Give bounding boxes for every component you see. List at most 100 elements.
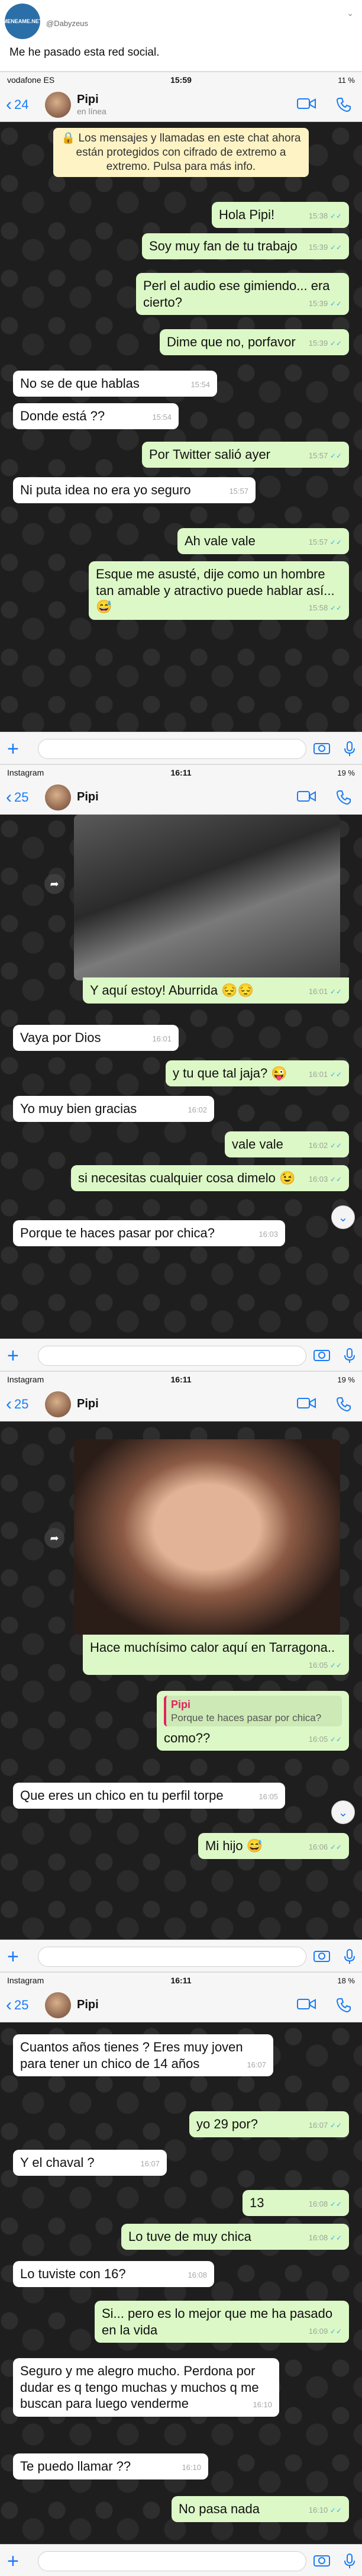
message-bubble[interactable]: Mi hijo 😅 16:06 ✓✓ [198,1833,349,1859]
shared-photo[interactable] [74,1439,340,1635]
message-bubble[interactable]: Pipi Porque te haces pasar por chica? co… [157,1691,349,1751]
message-bubble[interactable]: Lo tuviste con 16? 16:08 [13,2261,214,2287]
message-bubble[interactable]: Lo tuve de muy chica 16:08 ✓✓ [121,2224,349,2250]
microphone-icon[interactable] [344,741,355,757]
tweet-author-handle[interactable]: @Dabyzeus [46,19,88,28]
phone-call-icon[interactable] [336,790,351,805]
message-bubble[interactable]: Cuantos años tienes ? Eres muy joven par… [13,2034,273,2076]
contact-avatar[interactable] [45,784,71,811]
status-bar: Instagram 16:11 19 % [0,765,362,780]
message-bubble[interactable]: vale vale 16:02 ✓✓ [225,1131,349,1157]
message-bubble[interactable]: Donde está ?? 15:54 [13,403,179,429]
camera-icon[interactable] [313,741,330,754]
video-call-icon[interactable] [297,1998,316,2011]
message-input[interactable] [38,2551,306,2571]
message-bubble[interactable]: Yo muy bien gracias 16:02 [13,1096,214,1122]
contact-avatar[interactable] [45,1992,71,2018]
forward-icon[interactable]: ➦ [44,1528,64,1548]
message-bubble[interactable]: Que eres un chico en tu perfil torpe 16:0… [13,1783,285,1809]
video-call-icon[interactable] [297,790,316,803]
contact-name[interactable]: Pipi [77,1998,99,2012]
video-call-icon[interactable] [297,97,316,110]
scroll-down-button[interactable]: ⌄ [331,1205,355,1229]
message-bubble[interactable]: si necesitas cualquier cosa dimelo 😉 16:0… [71,1165,349,1191]
contact-name[interactable]: Pipi [77,1397,99,1411]
message-bubble[interactable]: Vaya por Dios 16:01 [13,1025,179,1051]
tweet-avatar[interactable]: MENEAME.NET [3,4,42,39]
message-bubble[interactable]: Ah vale vale 15:57 ✓✓ [177,528,349,554]
camera-icon[interactable] [313,1348,330,1361]
message-meta: 16:08 ✓✓ [308,2199,342,2208]
message-bubble[interactable]: Y el chaval ? 16:07 [13,2150,167,2176]
message-bubble[interactable]: Porque te haces pasar por chica? 16:03 [13,1220,285,1246]
message-bubble[interactable]: 13 16:08 ✓✓ [243,2190,349,2216]
shared-photo[interactable] [74,815,340,980]
contact-info[interactable]: Pipi en línea [77,93,106,116]
scroll-down-button[interactable]: ⌄ [331,1800,355,1824]
contact-avatar[interactable] [45,1391,71,1417]
message-input[interactable] [38,1345,306,1366]
chat-area: ➦ Hace muchísimo calor aquí en Tarragona… [0,1422,362,1940]
back-button[interactable]: ‹ 25 [6,1395,45,1413]
read-ticks-icon: ✓✓ [329,2234,342,2242]
microphone-icon[interactable] [344,1348,355,1363]
message-text: como?? [164,1730,211,1745]
phone-call-icon[interactable] [336,97,351,112]
message-input[interactable] [38,738,306,759]
message-input[interactable] [38,1946,306,1967]
message-bubble[interactable]: y tu que tal jaja? 😜 16:01 ✓✓ [166,1060,349,1086]
camera-icon[interactable] [313,1949,330,1962]
message-bubble[interactable]: Esque me asusté, dije como un hombre tan… [89,561,349,620]
message-text: y tu que tal jaja? 😜 [173,1066,287,1080]
message-bubble[interactable]: Hola Pipi! 15:38 ✓✓ [212,202,349,228]
contact-status: en línea [77,107,106,116]
chat-screenshot-4: Instagram 16:11 18 % ‹ 25 Pipi Cuantos añ… [0,1972,362,2576]
message-bubble[interactable]: Y aquí estoy! Aburrida 😔😔 16:01 ✓✓ [83,977,349,1004]
video-call-icon[interactable] [297,1397,316,1410]
plus-icon[interactable]: + [7,1346,31,1366]
quoted-message[interactable]: Pipi Porque te haces pasar por chica? [164,1696,342,1726]
tweet-header: MENEAME.NET @Dabyzeus ⌄ Me he pasado est… [0,0,362,71]
phone-call-icon[interactable] [336,1397,351,1412]
back-button[interactable]: ‹ 25 [6,788,45,806]
plus-icon[interactable]: + [7,1947,31,1967]
message-text: Esque me asusté, dije como un hombre tan… [96,567,335,614]
message-text: si necesitas cualquier cosa dimelo 😉 [78,1170,296,1185]
message-bubble[interactable]: Ni puta idea no era yo seguro 15:57 [13,477,256,503]
read-ticks-icon: ✓✓ [329,452,342,460]
message-bubble[interactable]: Por Twitter salió ayer 15:57 ✓✓ [142,442,349,468]
message-bubble[interactable]: Si... pero es lo mejor que me ha pasado … [95,2301,349,2343]
phone-call-icon[interactable] [336,1998,351,2013]
message-bubble[interactable]: yo 29 por? 16:07 ✓✓ [189,2111,349,2137]
message-bubble[interactable]: Dime que no, porfavor 15:39 ✓✓ [160,329,349,355]
message-input-bar: + [0,732,362,764]
contact-name[interactable]: Pipi [77,790,99,804]
microphone-icon[interactable] [344,2553,355,2569]
plus-icon[interactable]: + [7,2551,31,2571]
message-bubble[interactable]: Perl el audio ese gimiendo... era cierto… [136,273,349,315]
back-button[interactable]: ‹ 24 [6,95,45,114]
back-button[interactable]: ‹ 25 [6,1996,45,2014]
plus-icon[interactable]: + [7,739,31,759]
camera-icon[interactable] [313,2554,330,2567]
encryption-notice[interactable]: 🔒 Los mensajes y llamadas en este chat a… [53,128,309,178]
message-text: Hola Pipi! [219,207,275,222]
message-bubble[interactable]: Soy muy fan de tu trabajo 15:39 ✓✓ [142,233,349,259]
chevron-down-icon[interactable]: ⌄ [347,8,354,18]
message-meta: 15:57 ✓✓ [308,538,342,546]
read-ticks-icon: ✓✓ [329,339,342,348]
message-bubble[interactable]: Hace muchísimo calor aquí en Tarragona..… [83,1635,349,1675]
forward-icon[interactable]: ➦ [44,874,64,894]
message-meta: 15:54 [152,413,172,422]
microphone-icon[interactable] [344,1948,355,1964]
message-input-bar: + [0,2544,362,2576]
tweet-text: Me he pasado esta red social. [9,46,160,59]
message-bubble[interactable]: No se de que hablas 15:54 [13,371,217,397]
message-bubble[interactable]: Te puedo llamar ?? 16:10 [13,2453,208,2479]
chat-area: 🔒 Los mensajes y llamadas en este chat a… [0,122,362,732]
message-input-bar: + [0,1339,362,1371]
contact-avatar[interactable] [45,91,71,118]
status-time: 16:11 [170,1976,192,1985]
message-bubble[interactable]: Seguro y me alegro mucho. Perdona por du… [13,2358,279,2417]
message-bubble[interactable]: No pasa nada 16:10 ✓✓ [172,2496,349,2522]
